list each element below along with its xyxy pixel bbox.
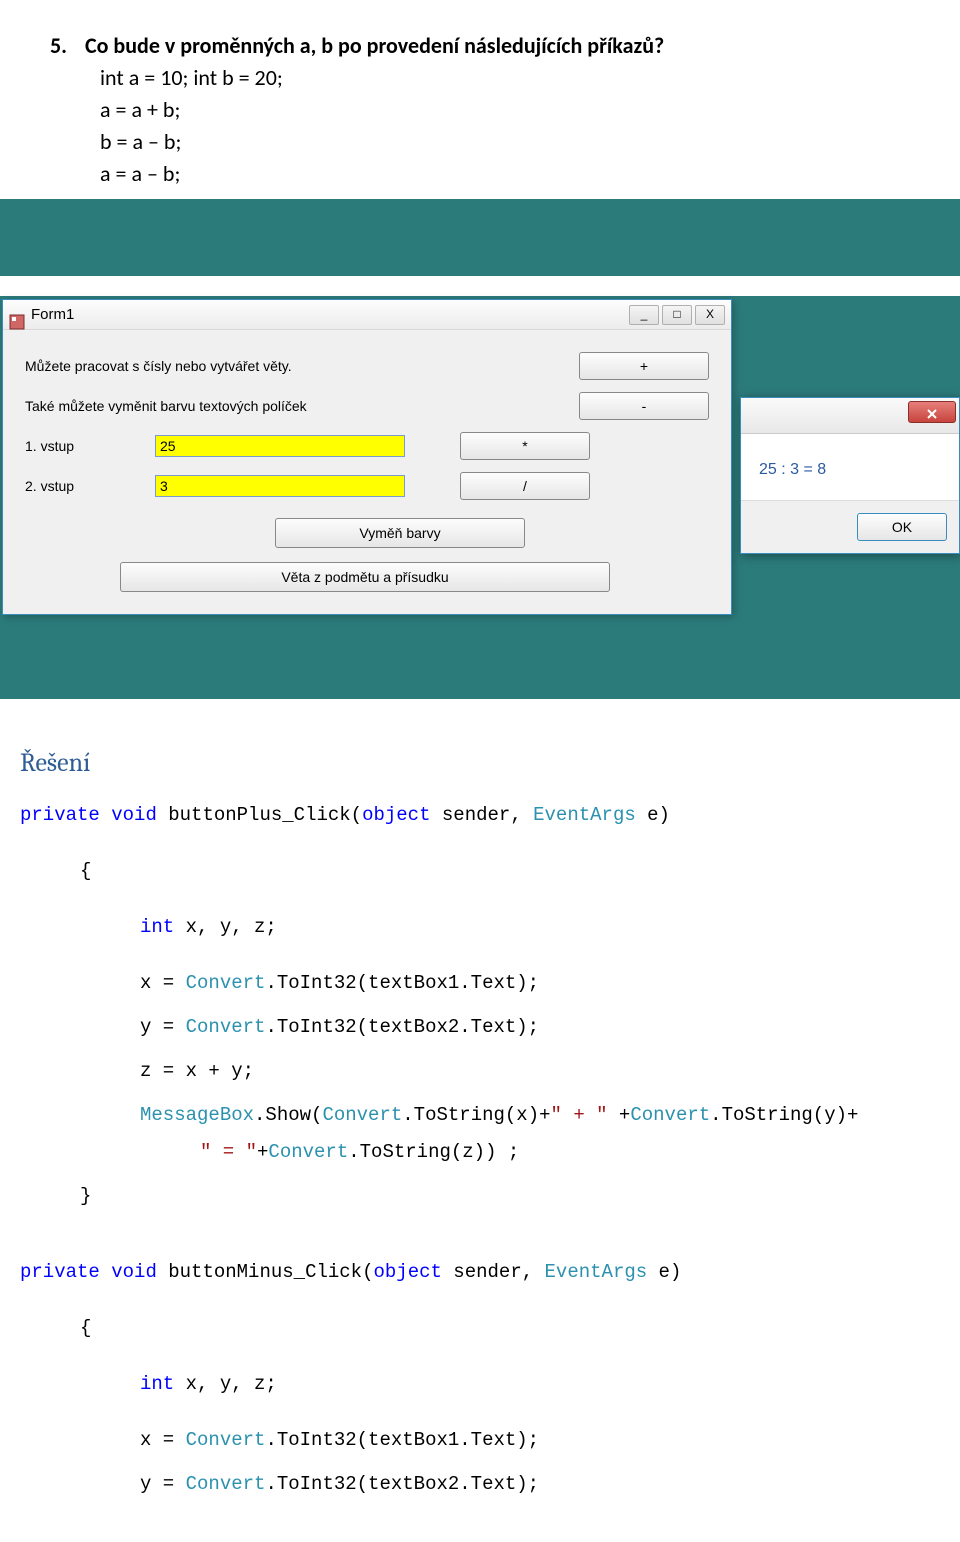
label-info2: Také můžete vyměnit barvu textových polí… [25,396,524,416]
question-text: Co bude v proměnných a, b po provedení n… [85,32,664,59]
code-line: int a = 10; int b = 20; [100,62,910,94]
code-line: MessageBox.Show(Convert.ToString(x)+" + … [140,1097,920,1133]
vstup2-label: 2. vstup [25,476,155,496]
divide-button[interactable]: / [460,472,590,500]
window-title: Form1 [31,304,74,326]
code-line: z = x + y; [140,1053,920,1089]
minus-button[interactable]: - [579,392,709,420]
code-line: a = a + b; [100,94,910,126]
solution-section: Řešení private void buttonPlus_Click(obj… [0,739,960,1542]
code-line: b = a – b; [100,126,910,158]
vstup1-input[interactable] [155,435,405,457]
messagebox-text: 25 : 3 = 8 [741,434,959,499]
white-strip [0,276,960,296]
ok-button[interactable]: OK [857,513,947,541]
code-line: private void buttonPlus_Click(object sen… [20,797,920,833]
swap-colors-button[interactable]: Vyměň barvy [275,518,525,548]
code-line: x = Convert.ToInt32(textBox1.Text); [140,1422,920,1458]
code-line: { [80,1310,920,1346]
code-line: y = Convert.ToInt32(textBox2.Text); [140,1009,920,1045]
maximize-button[interactable]: □ [662,305,692,325]
minimize-button[interactable]: _ [629,305,659,325]
label-info1: Můžete pracovat s čísly nebo vytvářet vě… [25,356,524,376]
solution-heading: Řešení [20,739,920,788]
messagebox-window: 25 : 3 = 8 OK [740,397,960,553]
code-line: y = Convert.ToInt32(textBox2.Text); [140,1466,920,1502]
vstup1-label: 1. vstup [25,436,155,456]
code-line: a = a – b; [100,158,910,190]
sentence-button[interactable]: Věta z podmětu a přísudku [120,562,610,592]
titlebar: Form1 _ □ X [3,300,731,330]
vstup2-input[interactable] [155,475,405,497]
close-icon [926,397,938,429]
code-line: int x, y, z; [140,1366,920,1402]
question-number: 5. [50,30,80,62]
form1-window: Form1 _ □ X Můžete pracovat s čísly nebo… [2,299,732,615]
document-question: 5. Co bude v proměnných a, b po proveden… [0,0,960,199]
code-line: private void buttonMinus_Click(object se… [20,1254,920,1290]
plus-button[interactable]: + [579,352,709,380]
messagebox-titlebar [741,398,959,434]
code-line: { [80,853,920,889]
screenshot-region: Form1 _ □ X Můžete pracovat s čísly nebo… [0,199,960,699]
times-button[interactable]: * [460,432,590,460]
code-line: } [80,1178,920,1214]
close-button[interactable]: X [695,305,725,325]
code-line: x = Convert.ToInt32(textBox1.Text); [140,965,920,1001]
code-line: int x, y, z; [140,909,920,945]
app-icon [9,307,25,323]
messagebox-close-button[interactable] [908,401,956,423]
code-line: " = "+Convert.ToString(z)) ; [200,1134,920,1170]
